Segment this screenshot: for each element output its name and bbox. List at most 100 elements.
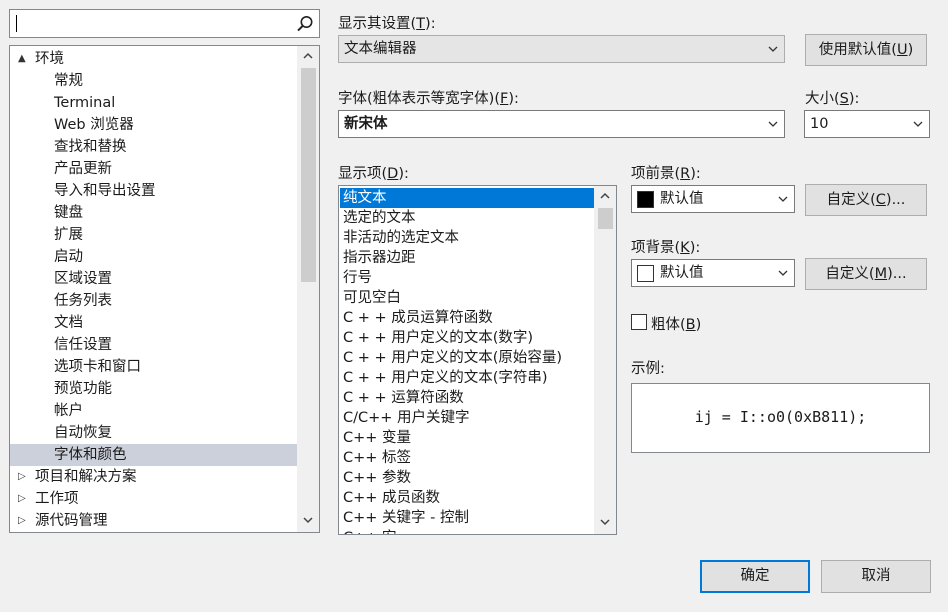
display-item[interactable]: C + + 用户定义的文本(原始容量)	[340, 348, 595, 368]
display-items-label: 显示项(D):	[338, 166, 409, 182]
font-select[interactable]: 新宋体	[338, 110, 785, 138]
tree-item[interactable]: 产品更新	[10, 158, 297, 180]
background-select[interactable]: 默认值	[631, 259, 795, 287]
display-item[interactable]: C++ 参数	[340, 468, 595, 488]
tree-item[interactable]: 选项卡和窗口	[10, 356, 297, 378]
tree-item[interactable]: 预览功能	[10, 378, 297, 400]
display-item[interactable]: 行号	[340, 268, 595, 288]
expand-icon[interactable]: ▷	[18, 466, 30, 488]
items-scrollbar[interactable]	[594, 186, 616, 534]
bold-label[interactable]: 粗体(B)	[651, 313, 701, 334]
tree-item-label: Web 浏览器	[54, 117, 134, 133]
display-item[interactable]: 选定的文本	[340, 208, 595, 228]
tree-item-label: 预览功能	[54, 381, 112, 397]
tree-item[interactable]: 常规	[10, 70, 297, 92]
cancel-button[interactable]: 取消	[821, 560, 931, 593]
tree-item[interactable]: 自动恢复	[10, 422, 297, 444]
color-swatch	[637, 191, 654, 208]
display-items-list[interactable]: 纯文本 选定的文本 非活动的选定文本 指示器边距 行号 可见空白 C + + 成员运算符函数…	[338, 185, 617, 535]
tree-item-label: 信任设置	[54, 337, 112, 353]
size-value: 10	[810, 116, 829, 132]
display-item[interactable]: C++ 成员函数	[340, 488, 595, 508]
show-settings-select[interactable]: 文本编辑器	[338, 35, 785, 63]
display-item[interactable]: C + + 用户定义的文本(字符串)	[340, 368, 595, 388]
bold-checkbox[interactable]	[631, 314, 647, 330]
ok-button[interactable]: 确定	[700, 560, 810, 593]
scroll-up-icon[interactable]	[297, 48, 319, 66]
tree-item[interactable]: 区域设置	[10, 268, 297, 290]
scroll-up-icon[interactable]	[594, 188, 616, 206]
tree-item-label: 区域设置	[54, 271, 112, 287]
show-settings-value: 文本编辑器	[344, 41, 417, 57]
tree-item[interactable]: 启动	[10, 246, 297, 268]
tree-item[interactable]: ▲ 环境	[10, 48, 297, 70]
tree-item-label: 字体和颜色	[54, 447, 127, 463]
tree-item-label: 扩展	[54, 227, 83, 243]
chevron-down-icon	[768, 46, 778, 52]
tree-item[interactable]: ▷ 项目和解决方案	[10, 466, 297, 488]
tree-item[interactable]: ▷ 源代码管理	[10, 510, 297, 532]
tree-item[interactable]: 字体和颜色	[10, 444, 297, 466]
tree-item[interactable]: 帐户	[10, 400, 297, 422]
tree-scroll-thumb[interactable]	[301, 68, 316, 282]
display-item[interactable]: 非活动的选定文本	[340, 228, 595, 248]
display-item[interactable]: C++ 变量	[340, 428, 595, 448]
display-item[interactable]: 指示器边距	[340, 248, 595, 268]
display-item[interactable]: C++ 标签	[340, 448, 595, 468]
size-select[interactable]: 10	[804, 110, 930, 138]
options-tree[interactable]: ▲ 环境 常规 Terminal Web 浏览器 查找和替换产品更新 导入和导出设置 键盘扩展…	[9, 45, 320, 533]
display-item[interactable]: C + + 成员运算符函数	[340, 308, 595, 328]
sample-preview: ij = I::o0(0xB811);	[631, 383, 930, 453]
tree-item[interactable]: 任务列表	[10, 290, 297, 312]
scroll-down-icon[interactable]	[594, 514, 616, 532]
expand-icon[interactable]: ▷	[18, 488, 30, 510]
color-swatch	[637, 265, 654, 282]
display-item[interactable]: C++ 关键字 - 控制	[340, 508, 595, 528]
chevron-down-icon	[768, 121, 778, 127]
tree-scrollbar[interactable]	[297, 46, 319, 532]
text-caret	[16, 15, 17, 32]
sample-code: ij = I::o0(0xB811);	[694, 408, 867, 426]
tree-item[interactable]: 导入和导出设置	[10, 180, 297, 202]
search-icon[interactable]	[295, 14, 315, 34]
background-label: 项背景(K):	[631, 240, 701, 256]
collapse-icon[interactable]: ▲	[18, 48, 30, 70]
foreground-value: 默认值	[660, 191, 704, 207]
tree-item[interactable]: 扩展	[10, 224, 297, 246]
use-defaults-button[interactable]: 使用默认值(U)	[805, 34, 927, 66]
font-label: 字体(粗体表示等宽字体)(F):	[338, 91, 519, 107]
tree-item-label: 项目和解决方案	[35, 469, 137, 485]
tree-item-label: 选项卡和窗口	[54, 359, 141, 375]
expand-icon[interactable]: ▷	[18, 510, 30, 532]
tree-item-label: 查找和替换	[54, 139, 127, 155]
tree-item-label: 启动	[54, 249, 83, 265]
tree-item[interactable]: 键盘	[10, 202, 297, 224]
tree-item[interactable]: ▷ 工作项	[10, 488, 297, 510]
items-scroll-thumb[interactable]	[598, 208, 613, 229]
tree-item-label: 自动恢复	[54, 425, 112, 441]
search-input[interactable]	[9, 9, 320, 38]
display-item[interactable]: 纯文本	[340, 188, 595, 208]
chevron-down-icon	[913, 121, 923, 127]
tree-item[interactable]: Terminal	[10, 92, 297, 114]
foreground-custom-button[interactable]: 自定义(C)...	[805, 184, 927, 216]
foreground-select[interactable]: 默认值	[631, 185, 795, 213]
scroll-down-icon[interactable]	[297, 512, 319, 530]
background-custom-button[interactable]: 自定义(M)...	[805, 258, 927, 290]
show-settings-label: 显示其设置(T):	[338, 16, 436, 32]
tree-item[interactable]: 查找和替换	[10, 136, 297, 158]
tree-item[interactable]: 信任设置	[10, 334, 297, 356]
tree-item[interactable]: Web 浏览器	[10, 114, 297, 136]
display-item[interactable]: C + + 运算符函数	[340, 388, 595, 408]
tree-item-label: 文档	[54, 315, 83, 331]
display-item[interactable]: C/C++ 用户关键字	[340, 408, 595, 428]
display-item[interactable]: C + + 用户定义的文本(数字)	[340, 328, 595, 348]
foreground-label: 项前景(R):	[631, 166, 701, 182]
display-item[interactable]: C++ 宏	[340, 528, 595, 534]
tree-item-label: 帐户	[54, 403, 83, 419]
display-item[interactable]: 可见空白	[340, 288, 595, 308]
size-label: 大小(S):	[805, 91, 860, 107]
chevron-down-icon	[778, 196, 788, 202]
tree-item[interactable]: 文档	[10, 312, 297, 334]
tree-item-label: 工作项	[35, 491, 79, 507]
